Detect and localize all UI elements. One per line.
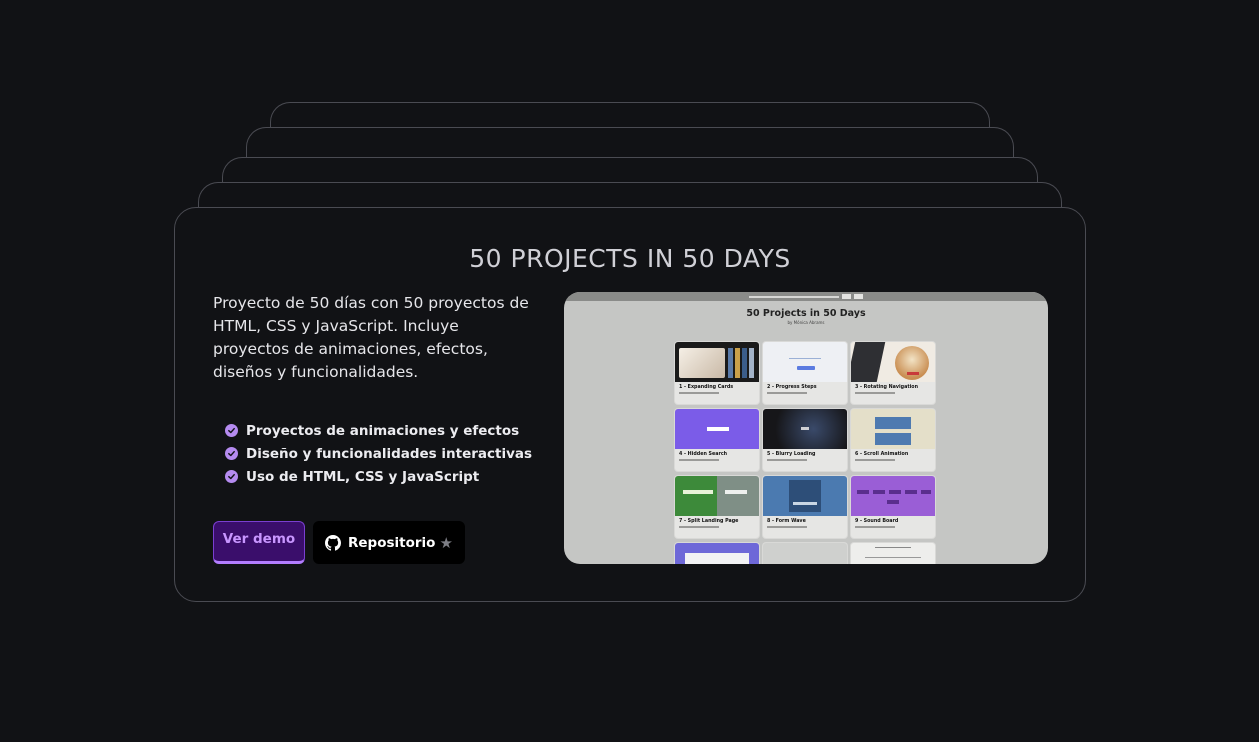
preview-tile: 3 - Rotating Navigation xyxy=(851,342,935,404)
projects-showcase: 50 PROJECTS IN 50 DAYS Proyecto de 50 dí… xyxy=(0,0,1259,742)
feature-label: Uso de HTML, CSS y JavaScript xyxy=(246,468,480,485)
preview-tile-name: 9 - Sound Board xyxy=(855,519,899,524)
demo-button[interactable]: Ver demo xyxy=(213,521,305,564)
preview-tile: 8 - Form Wave xyxy=(763,476,847,538)
preview-tile xyxy=(851,543,935,564)
feature-label: Proyectos de animaciones y efectos xyxy=(246,422,520,439)
preview-tile xyxy=(763,543,847,564)
preview-tile: 4 - Hidden Search xyxy=(675,409,759,471)
feature-item: Proyectos de animaciones y efectos xyxy=(225,419,532,442)
feature-item: Diseño y funcionalidades interactivas xyxy=(225,442,532,465)
preview-title: 50 Projects in 50 Days xyxy=(746,308,866,319)
repository-button[interactable]: Repositorio ★ xyxy=(313,521,465,564)
project-card: 50 PROJECTS IN 50 DAYS Proyecto de 50 dí… xyxy=(174,207,1086,602)
preview-tile-name: 7 - Split Landing Page xyxy=(679,519,739,524)
preview-tile: 5 - Blurry Loading xyxy=(763,409,847,471)
check-icon xyxy=(225,470,238,483)
demo-button-label: Ver demo xyxy=(222,530,296,547)
preview-tile-name: 2 - Progress Steps xyxy=(767,385,817,390)
preview-tile-name: 4 - Hidden Search xyxy=(679,452,728,457)
feature-item: Uso de HTML, CSS y JavaScript xyxy=(225,465,532,488)
preview-tile: 9 - Sound Board xyxy=(851,476,935,538)
preview-tile-name: 8 - Form Wave xyxy=(767,519,806,524)
preview-tile-name: 5 - Blurry Loading xyxy=(767,452,816,457)
star-icon: ★ xyxy=(439,533,453,552)
preview-tile xyxy=(675,543,759,564)
check-icon xyxy=(225,424,238,437)
preview-browser-bar xyxy=(564,292,1048,301)
preview-subtitle: by Mónica Abrams xyxy=(787,320,825,325)
preview-project-grid: 1 - Expanding Cards 2 - Progress Steps 3… xyxy=(675,342,935,564)
project-preview-image: 50 Projects in 50 Days by Mónica Abrams … xyxy=(564,292,1048,564)
project-description: Proyecto de 50 días con 50 proyectos de … xyxy=(213,294,529,381)
github-icon xyxy=(325,534,341,551)
feature-list: Proyectos de animaciones y efectos Diseñ… xyxy=(225,419,532,488)
preview-tile: 6 - Scroll Animation xyxy=(851,409,935,471)
check-icon xyxy=(225,447,238,460)
preview-tile-name: 6 - Scroll Animation xyxy=(855,452,909,457)
preview-tile-name: 1 - Expanding Cards xyxy=(679,385,734,390)
preview-tile-name: 3 - Rotating Navigation xyxy=(855,385,918,390)
project-title: 50 PROJECTS IN 50 DAYS xyxy=(469,244,791,273)
preview-tile: 2 - Progress Steps xyxy=(763,342,847,404)
preview-tile: 1 - Expanding Cards xyxy=(675,342,759,404)
repository-button-label: Repositorio xyxy=(348,534,436,551)
feature-label: Diseño y funcionalidades interactivas xyxy=(246,445,533,462)
preview-tile: 7 - Split Landing Page xyxy=(675,476,759,538)
